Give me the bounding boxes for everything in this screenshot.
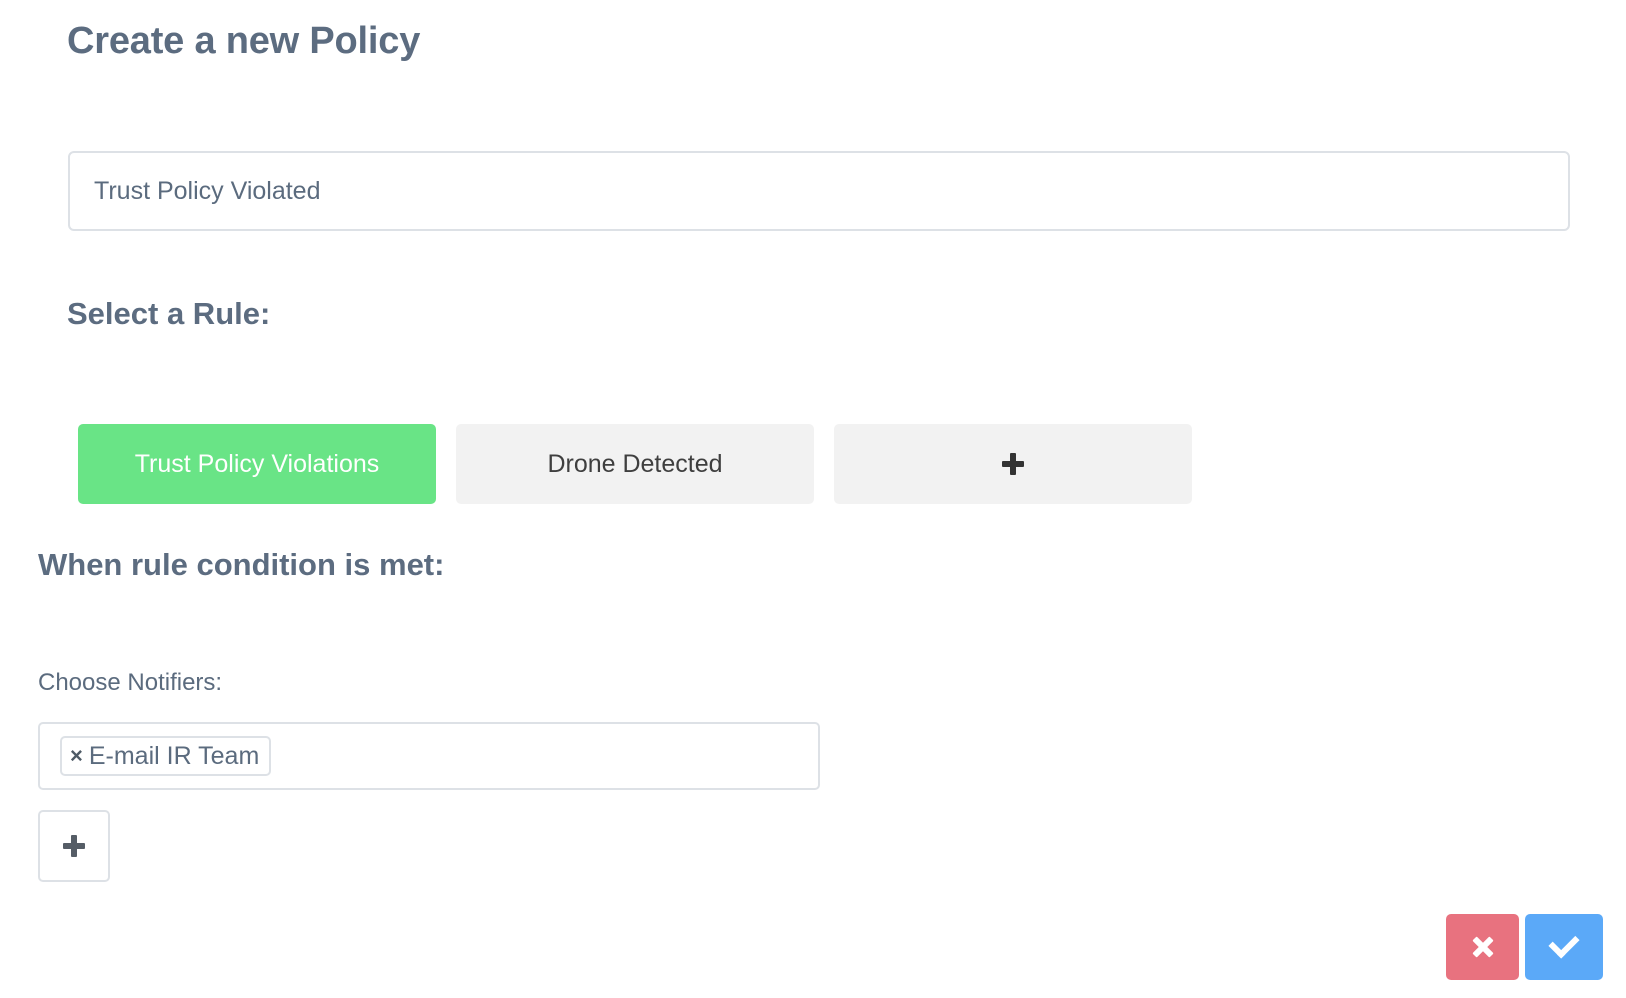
notifiers-select[interactable]: × E-mail IR Team xyxy=(38,722,820,790)
close-icon xyxy=(1472,936,1494,958)
notifier-tag-label: E-mail IR Team xyxy=(88,741,260,770)
add-rule-button[interactable] xyxy=(834,424,1192,504)
rule-drone-detected-button[interactable]: Drone Detected xyxy=(456,424,814,504)
rule-trust-policy-violations-button[interactable]: Trust Policy Violations xyxy=(78,424,436,504)
confirm-button[interactable] xyxy=(1525,914,1603,980)
create-policy-page: Create a new Policy Select a Rule: Trust… xyxy=(0,0,1626,998)
rule-condition-heading: When rule condition is met: xyxy=(38,547,445,582)
select-rule-heading: Select a Rule: xyxy=(67,296,271,331)
notifier-tag: × E-mail IR Team xyxy=(60,736,272,776)
choose-notifiers-label: Choose Notifiers: xyxy=(38,669,223,696)
check-icon xyxy=(1548,927,1580,959)
plus-icon xyxy=(63,835,85,857)
plus-icon xyxy=(1002,453,1024,475)
page-title: Create a new Policy xyxy=(67,20,421,62)
remove-tag-icon[interactable]: × xyxy=(70,745,83,767)
cancel-button[interactable] xyxy=(1446,914,1519,980)
policy-name-input[interactable] xyxy=(68,151,1570,231)
add-notifier-button[interactable] xyxy=(38,810,110,882)
